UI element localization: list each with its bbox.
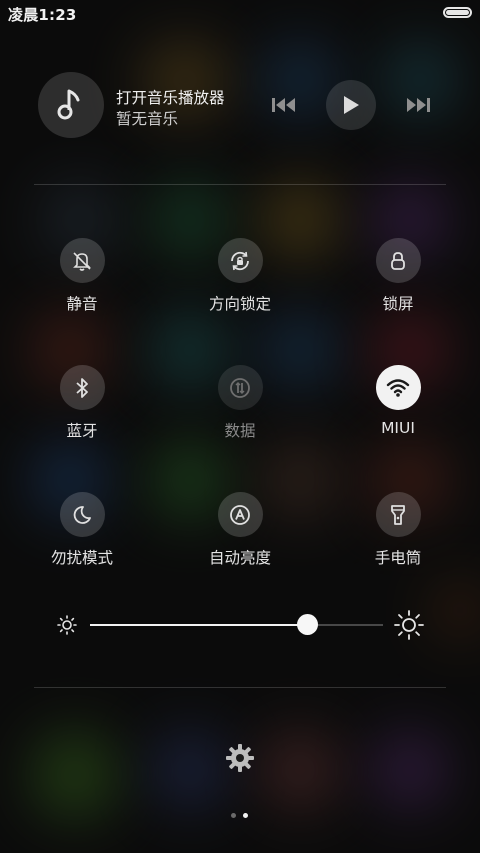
bell-off-icon [73, 251, 91, 271]
section-divider [34, 184, 446, 185]
brightness-slider-fill [90, 624, 307, 626]
toggle-flashlight-label: 手电筒 [374, 549, 422, 567]
toggle-bluetooth[interactable]: 蓝牙 [22, 365, 142, 445]
wifi-icon [386, 378, 410, 397]
previous-track-icon [272, 98, 295, 112]
toggle-do-not-disturb-label: 勿扰模式 [50, 549, 113, 567]
previous-track-button[interactable] [268, 92, 300, 118]
auto-brightness-icon [230, 504, 250, 525]
section-divider [34, 687, 446, 688]
music-note-icon[interactable] [38, 72, 104, 138]
play-button[interactable] [326, 80, 376, 130]
brightness-high-icon [393, 609, 425, 641]
toggle-mobile-data-button[interactable] [217, 365, 263, 410]
battery-level [446, 10, 469, 15]
brightness-slider[interactable] [90, 614, 383, 635]
brightness-slider-thumb[interactable] [296, 614, 318, 635]
toggle-auto-brightness[interactable]: 自动亮度 [180, 492, 300, 572]
toggle-lock-screen-label: 锁屏 [382, 295, 414, 313]
toggle-bluetooth-button[interactable] [59, 365, 105, 410]
toggle-silent-button[interactable] [59, 238, 105, 283]
toggle-bluetooth-label: 蓝牙 [66, 422, 98, 440]
mobile-data-icon [230, 377, 250, 398]
toggle-lock-screen-button[interactable] [375, 238, 421, 283]
next-track-button[interactable] [402, 92, 434, 118]
page-dot-active [243, 813, 248, 818]
toggle-silent-label: 静音 [66, 295, 98, 313]
music-subtitle: 暂无音乐 [116, 110, 179, 128]
play-icon [344, 96, 359, 114]
toggle-auto-brightness-button[interactable] [217, 492, 263, 537]
page-dot [231, 813, 236, 818]
toggle-flashlight-button[interactable] [375, 492, 421, 537]
moon-icon [73, 505, 91, 524]
settings-button[interactable] [222, 740, 258, 776]
music-title[interactable]: 打开音乐播放器 [116, 86, 225, 108]
notification-shade: 凌晨1:23 打开音乐播放器 暂无音乐 静音 方向锁定 锁屏 蓝牙 数据 MIU… [0, 0, 480, 853]
brightness-low-icon [56, 614, 78, 636]
toggle-rotation-lock[interactable]: 方向锁定 [180, 238, 300, 318]
toggle-mobile-data-label: 数据 [224, 422, 256, 440]
toggle-rotation-lock-label: 方向锁定 [208, 295, 271, 313]
toggle-flashlight[interactable]: 手电筒 [338, 492, 458, 572]
flashlight-icon [391, 504, 405, 525]
settings-gear-icon [226, 744, 254, 772]
toggle-wifi[interactable]: MIUI [338, 365, 458, 445]
toggle-auto-brightness-label: 自动亮度 [208, 549, 271, 567]
lock-icon [391, 251, 405, 270]
toggle-wifi-button[interactable] [375, 365, 421, 410]
page-indicator [229, 812, 253, 820]
toggle-mobile-data[interactable]: 数据 [180, 365, 300, 445]
toggle-do-not-disturb[interactable]: 勿扰模式 [22, 492, 142, 572]
rotation-lock-icon [231, 251, 249, 270]
toggle-do-not-disturb-button[interactable] [59, 492, 105, 537]
status-time: 凌晨1:23 [8, 6, 77, 24]
toggle-silent[interactable]: 静音 [22, 238, 142, 318]
toggle-rotation-lock-button[interactable] [217, 238, 263, 283]
bluetooth-icon [76, 377, 88, 398]
toggle-lock-screen[interactable]: 锁屏 [338, 238, 458, 318]
status-bar: 凌晨1:23 [0, 0, 480, 28]
next-track-icon [407, 98, 430, 112]
battery-icon [443, 7, 472, 18]
toggle-wifi-label: MIUI [381, 419, 415, 437]
